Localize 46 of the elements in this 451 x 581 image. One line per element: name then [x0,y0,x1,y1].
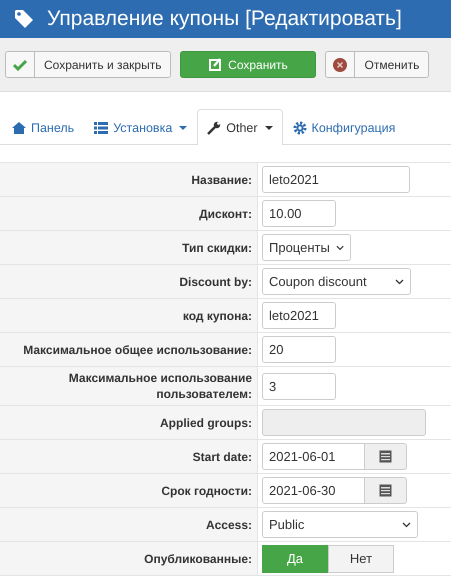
field-label: Applied groups: [160,414,252,430]
check-icon [13,58,27,70]
home-icon [12,122,26,134]
select-field[interactable]: Coupon discount [262,268,411,295]
save-close-button[interactable]: Сохранить и закрыть [5,51,172,78]
chevron-icon [395,278,404,284]
input-field[interactable]: leto2021 [262,302,336,329]
date-field[interactable]: 2021-06-01 [262,443,365,470]
tag-icon [14,9,34,29]
tab[interactable]: Установка [84,110,198,145]
tab[interactable]: Конфигурация [282,110,406,145]
input-field[interactable] [262,409,426,436]
input-field[interactable]: 20 [262,336,336,363]
calendar-button[interactable] [365,477,407,504]
wrench-icon [207,120,222,134]
field-label: Максимальное общее использование: [23,342,252,358]
select-field[interactable]: Public [262,511,418,538]
field-label: код купона: [182,308,252,324]
input-field[interactable]: 10.00 [262,200,336,227]
field-label: Срок годности: [161,482,252,498]
chevron-icon [336,244,344,250]
cancel-icon [333,58,348,72]
field-label: Максимальное использование пользователем: [68,370,252,402]
cancel-button[interactable]: Отменить [325,51,430,78]
input-field[interactable]: 3 [262,372,336,400]
field-label: Название: [191,172,252,188]
select-field[interactable]: Проценты [262,234,351,261]
field-label: Дисконт: [199,206,252,222]
field-label: Тип скидки: [182,240,252,256]
settings-icon [292,121,307,135]
toggle-option[interactable]: Нет [328,544,394,572]
page-title: Управление купоны [Редактировать] [47,7,402,31]
calendar-icon [379,450,392,463]
calendar-button[interactable] [365,443,407,470]
input-field[interactable]: leto2021 [262,166,410,193]
edit-icon [209,58,222,71]
field-label: Опубликованные: [144,550,252,566]
field-label: Access: [206,516,252,532]
tab[interactable]: Панель [2,110,84,145]
date-field[interactable]: 2021-06-30 [262,477,365,504]
list-icon [94,122,108,134]
chevron-icon [402,522,411,528]
field-label: Discount by: [179,274,252,290]
tab[interactable]: Other [197,109,283,145]
calendar-icon [379,484,392,497]
field-label: Start date: [192,448,252,464]
